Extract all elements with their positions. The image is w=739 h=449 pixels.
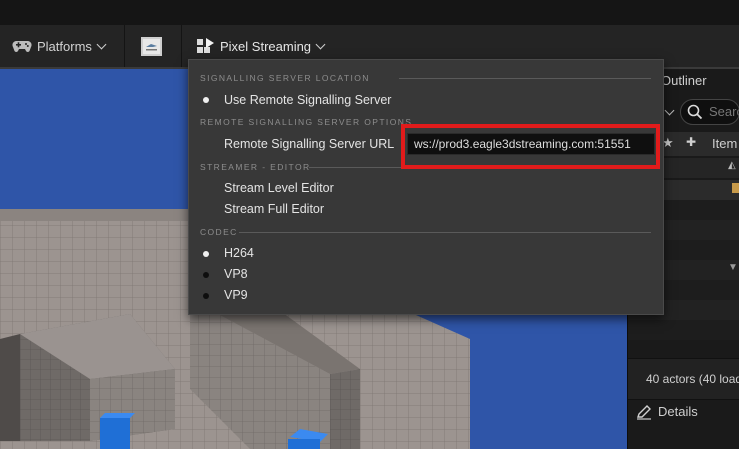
- details-tab[interactable]: Details: [628, 400, 739, 425]
- blue-cube: [100, 418, 130, 449]
- list-item[interactable]: [628, 320, 739, 340]
- toolbar-divider: [124, 25, 125, 67]
- chevron-down-icon: [96, 39, 107, 49]
- outliner-search-input[interactable]: Search: [680, 99, 739, 125]
- actor-count: 40 actors (40 loaded): [646, 372, 739, 386]
- title-bar: [0, 0, 739, 25]
- editor-window: Platforms Pixel Streaming Outliner Sear …: [0, 0, 739, 449]
- pixel-streaming-icon: [197, 38, 214, 53]
- use-remote-signalling-item[interactable]: Use Remote Signalling Server: [224, 93, 391, 107]
- codec-h264-radio[interactable]: [203, 251, 209, 257]
- plugin-logo-button[interactable]: [141, 25, 162, 67]
- pixel-streaming-label: Pixel Streaming: [220, 38, 312, 54]
- section-header-codec: CODEC: [200, 227, 238, 237]
- platforms-label: Platforms: [37, 38, 92, 54]
- section-header-remote-options: REMOTE SIGNALLING SERVER OPTIONS: [200, 117, 413, 127]
- codec-h264-item[interactable]: H264: [224, 246, 254, 260]
- stream-full-editor-item[interactable]: Stream Full Editor: [224, 202, 324, 216]
- section-divider: [239, 232, 651, 233]
- section-divider: [399, 78, 651, 79]
- actor-count-bar: 40 actors (40 loaded): [628, 358, 739, 400]
- remote-url-label: Remote Signalling Server URL: [224, 137, 395, 151]
- eagle-logo-icon: [141, 36, 162, 56]
- gamepad-icon: [12, 41, 32, 53]
- codec-vp8-item[interactable]: VP8: [224, 267, 248, 281]
- visibility-icon[interactable]: ◭: [728, 160, 736, 171]
- section-header-streamer: STREAMER - EDITOR: [200, 162, 311, 172]
- item-label-column[interactable]: Item: [712, 136, 737, 151]
- outliner-title: Outliner: [661, 73, 707, 88]
- stream-level-editor-item[interactable]: Stream Level Editor: [224, 181, 334, 195]
- folder-icon: [732, 183, 739, 193]
- use-remote-radio[interactable]: [203, 97, 209, 103]
- pixel-streaming-menu: SIGNALLING SERVER LOCATION Use Remote Si…: [188, 59, 664, 315]
- codec-vp9-radio[interactable]: [203, 293, 209, 299]
- pencil-icon: [637, 405, 651, 420]
- chevron-down-icon: [315, 39, 326, 49]
- pin-icon[interactable]: ✚: [686, 135, 696, 149]
- chevron-down-icon: [664, 105, 675, 116]
- search-placeholder: Search: [709, 104, 739, 119]
- search-icon: [687, 104, 703, 120]
- remote-signalling-url-input[interactable]: ws://prod3.eagle3dstreaming.com:51551: [407, 133, 655, 155]
- toolbar-divider: [181, 25, 182, 67]
- codec-vp9-item[interactable]: VP9: [224, 288, 248, 302]
- section-header-location: SIGNALLING SERVER LOCATION: [200, 73, 370, 83]
- details-label: Details: [658, 404, 698, 419]
- platforms-button[interactable]: Platforms: [12, 25, 107, 67]
- wall-top: [0, 209, 190, 221]
- section-divider: [309, 167, 405, 168]
- codec-vp8-radio[interactable]: [203, 272, 209, 278]
- chevron-down-icon[interactable]: ▼: [728, 262, 738, 273]
